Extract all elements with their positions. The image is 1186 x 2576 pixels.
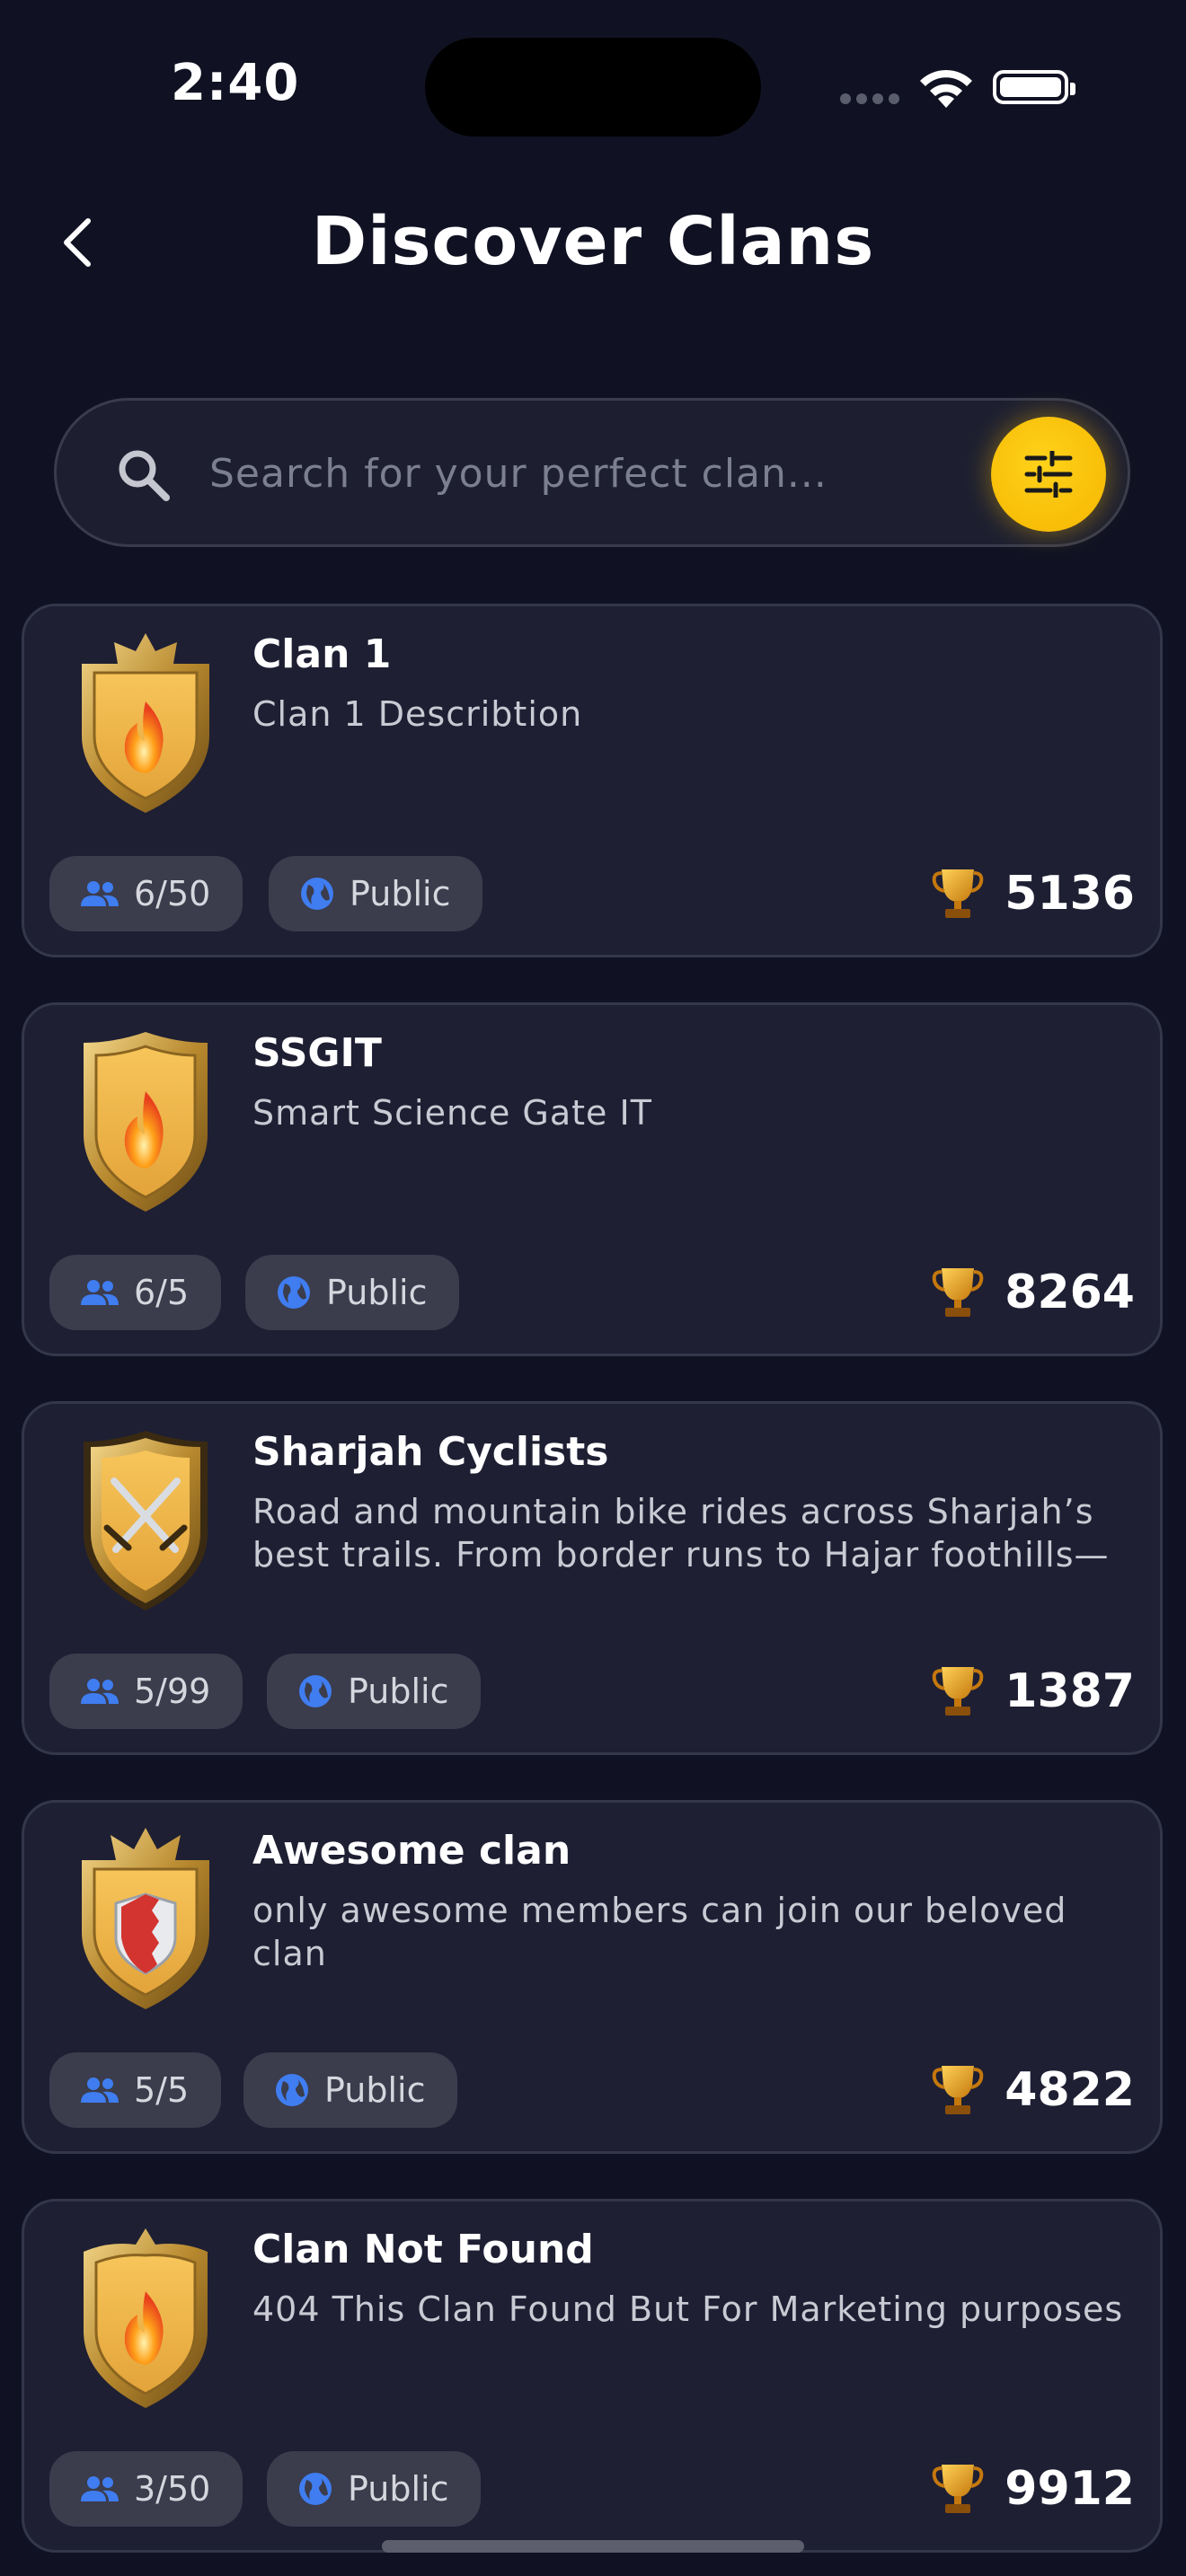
clan-name: Sharjah Cyclists [252,1429,609,1475]
search-input[interactable] [208,437,975,510]
clan-card[interactable]: Clan 1 Clan 1 Describtion 6/50 Public 51… [22,604,1163,957]
globe-icon [278,1276,310,1309]
clan-card[interactable]: Awesome clan only awesome members can jo… [22,1800,1163,2154]
clan-description: Road and mountain bike rides across Shar… [252,1492,1110,1575]
visibility-pill: Public [243,2052,458,2128]
visibility-label: Public [348,2469,449,2509]
filter-button[interactable] [991,417,1106,532]
clan-name: Clan Not Found [252,2227,594,2272]
sliders-icon [1024,451,1073,498]
trophy-icon [932,2066,984,2114]
globe-icon [299,1675,332,1707]
battery-icon [993,70,1075,104]
globe-icon [299,2473,332,2505]
members-count: 6/50 [134,874,211,913]
globe-icon [301,878,333,910]
flag-shield-icon [82,1828,209,2009]
members-pill: 5/5 [49,2052,222,2128]
page-title: Discover Clans [311,203,875,280]
visibility-pill: Public [269,856,483,931]
status-time: 2:40 [171,54,300,112]
visibility-pill: Public [267,2451,482,2527]
members-count: 5/99 [134,1672,211,1711]
people-icon [81,2476,119,2501]
people-icon [81,881,119,906]
clan-card[interactable]: Clan Not Found 404 This Clan Found But F… [22,2199,1163,2553]
visibility-label: Public [324,2070,426,2110]
trophy-score: 5136 [931,858,1135,930]
members-pill: 5/99 [49,1654,243,1729]
members-count: 5/5 [134,2070,190,2110]
trophy-icon [932,1667,984,1716]
visibility-label: Public [350,874,451,913]
clan-description: Clan 1 Describtion [252,694,583,734]
clan-name: Clan 1 [252,631,392,677]
wifi-icon [920,69,972,108]
people-icon [81,1679,119,1704]
clan-description: Smart Science Gate IT [252,1093,652,1133]
home-indicator [382,2540,804,2553]
fire-shield-icon [84,1032,208,1212]
members-pill: 3/50 [49,2451,243,2527]
people-icon [81,1280,119,1305]
search-icon [119,450,170,501]
trophy-count: 4822 [1005,2063,1135,2117]
trophy-score: 4822 [931,2054,1135,2126]
visibility-pill: Public [267,1654,482,1729]
clan-card[interactable]: Sharjah Cyclists Road and mountain bike … [22,1401,1163,1755]
cellular-signal-icon [840,93,901,104]
fire-shield-icon [84,2228,208,2408]
trophy-count: 1387 [1005,1664,1135,1718]
globe-icon [276,2074,308,2106]
clan-name: Awesome clan [252,1828,571,1874]
trophy-icon [932,1268,984,1317]
members-count: 6/5 [134,1273,190,1312]
trophy-icon [932,869,984,918]
trophy-score: 8264 [931,1257,1135,1328]
search-bar[interactable] [54,398,1130,547]
status-bar: 2:40 [0,0,1186,171]
visibility-pill: Public [245,1255,460,1330]
trophy-count: 9912 [1005,2462,1135,2516]
clan-description: only awesome members can join our belove… [252,1891,1067,1973]
trophy-score: 1387 [931,1655,1135,1727]
dynamic-island [425,38,761,137]
visibility-label: Public [326,1273,428,1312]
trophy-count: 5136 [1005,867,1135,921]
clan-card[interactable]: SSGIT Smart Science Gate IT 6/5 Public 8… [22,1002,1163,1356]
members-pill: 6/5 [49,1255,222,1330]
fire-shield-icon [82,633,209,813]
members-pill: 6/50 [49,856,243,931]
trophy-icon [932,2465,984,2513]
trophy-score: 9912 [931,2453,1135,2525]
people-icon [81,2078,119,2103]
visibility-label: Public [348,1672,449,1711]
clan-name: SSGIT [252,1030,382,1076]
members-count: 3/50 [134,2469,211,2509]
trophy-count: 8264 [1005,1266,1135,1319]
crossed-swords-shield-icon [84,1431,208,1610]
clan-description: 404 This Clan Found But For Marketing pu… [252,2289,1124,2329]
